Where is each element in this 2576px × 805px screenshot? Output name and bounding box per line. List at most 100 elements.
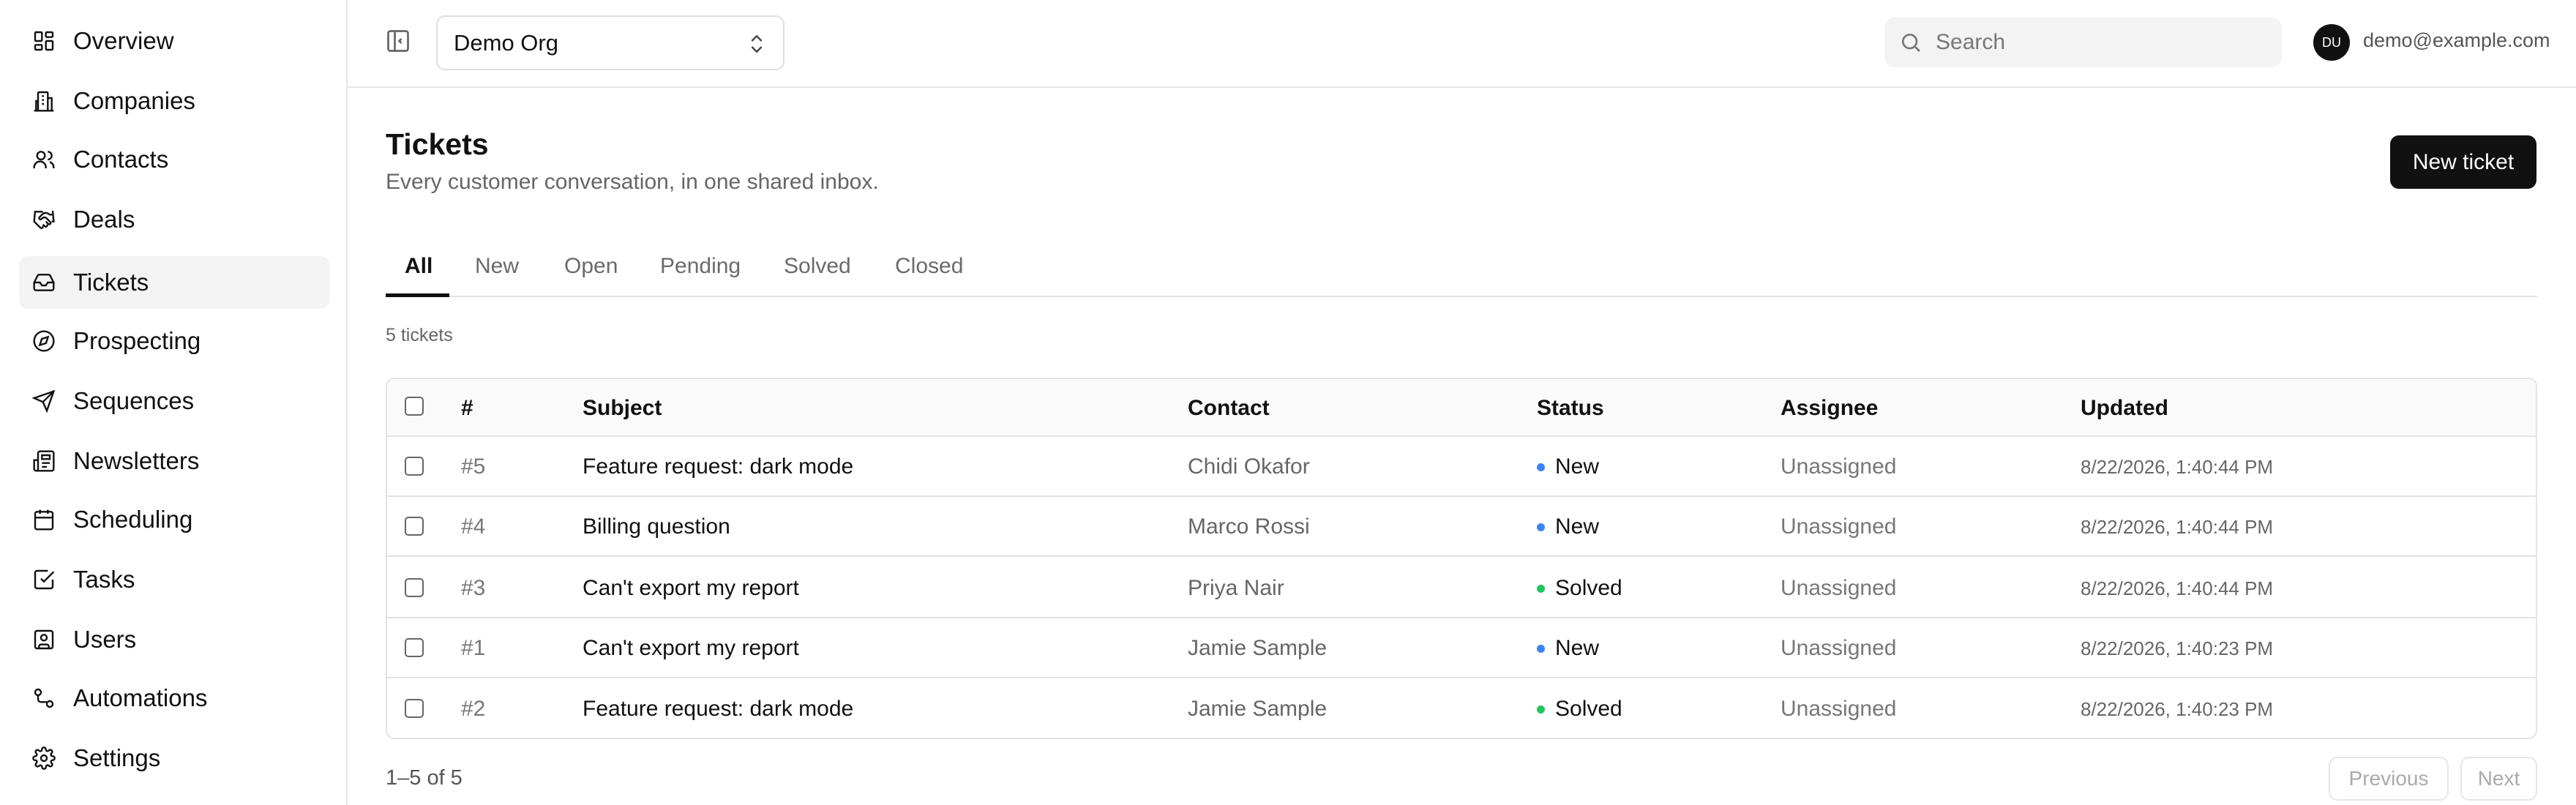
sidebar-item-settings[interactable]: Settings [19, 732, 329, 785]
select-all-checkbox[interactable] [405, 397, 424, 416]
table-row[interactable]: #1 Can't export my report Jamie Sample N… [387, 618, 2536, 678]
ticket-contact[interactable]: Jamie Sample [1188, 618, 1327, 678]
search-input[interactable] [1936, 26, 2265, 59]
topbar: Demo Org DU demo@example.com [348, 0, 2576, 88]
ticket-updated: 8/22/2026, 1:40:44 PM [2081, 577, 2274, 599]
column-header-status[interactable]: Status [1537, 379, 1604, 437]
ticket-subject[interactable]: Can't export my report [583, 618, 799, 678]
ticket-number: #3 [461, 576, 486, 600]
sidebar-item-label: Users [73, 626, 137, 653]
org-name: Demo Org [454, 29, 558, 56]
ticket-assignee: Unassigned [1781, 576, 1897, 600]
ticket-subject[interactable]: Can't export my report [583, 558, 799, 618]
search-icon [1899, 31, 1922, 54]
sidebar-item-users[interactable]: Users [19, 613, 329, 666]
ticket-status: Solved [1537, 558, 1622, 618]
handshake-icon [32, 208, 56, 231]
page-title: Tickets [386, 127, 489, 161]
table-row[interactable]: #3 Can't export my report Priya Nair Sol… [387, 558, 2536, 618]
tab-solved[interactable]: Solved [784, 237, 851, 296]
user-email[interactable]: demo@example.com [2363, 29, 2550, 52]
status-label: New [1555, 454, 1600, 479]
ticket-number: #2 [461, 697, 486, 721]
sidebar-toggle-button[interactable] [385, 28, 411, 54]
tickets-table: # Subject Contact Status Assignee Update… [386, 378, 2537, 739]
tab-new[interactable]: New [475, 237, 519, 296]
status-tabs: All New Open Pending Solved Closed [386, 237, 2537, 297]
send-icon [32, 389, 56, 413]
row-checkbox[interactable] [405, 699, 424, 718]
table-header: # Subject Contact Status Assignee Update… [387, 379, 2536, 437]
ticket-assignee: Unassigned [1781, 636, 1897, 660]
column-header-subject[interactable]: Subject [583, 379, 662, 437]
column-header-number[interactable]: # [461, 379, 473, 437]
sidebar-item-scheduling[interactable]: Scheduling [19, 493, 329, 546]
row-checkbox[interactable] [405, 517, 424, 536]
row-checkbox[interactable] [405, 457, 424, 476]
ticket-assignee: Unassigned [1781, 514, 1897, 539]
ticket-updated: 8/22/2026, 1:40:44 PM [2081, 455, 2274, 478]
previous-page-button[interactable]: Previous [2329, 757, 2449, 801]
column-header-assignee[interactable]: Assignee [1781, 379, 1878, 437]
chevrons-up-down-icon [745, 31, 768, 56]
ticket-updated: 8/22/2026, 1:40:23 PM [2081, 697, 2274, 720]
tab-closed[interactable]: Closed [895, 237, 963, 296]
gear-icon [32, 746, 56, 770]
ticket-status: New [1537, 437, 1599, 497]
sidebar-item-label: Prospecting [73, 327, 201, 354]
sidebar-item-overview[interactable]: Overview [19, 15, 329, 67]
ticket-number: #1 [461, 636, 486, 660]
workflow-icon [32, 686, 56, 710]
tab-pending[interactable]: Pending [660, 237, 741, 296]
column-header-contact[interactable]: Contact [1188, 379, 1270, 437]
status-label: Solved [1555, 576, 1622, 600]
ticket-subject[interactable]: Feature request: dark mode [583, 679, 853, 738]
table-row[interactable]: #2 Feature request: dark mode Jamie Samp… [387, 679, 2536, 738]
column-header-updated[interactable]: Updated [2081, 379, 2168, 437]
ticket-status: Solved [1537, 679, 1622, 738]
compass-icon [32, 329, 56, 353]
ticket-status: New [1537, 618, 1599, 678]
next-page-button[interactable]: Next [2460, 757, 2537, 801]
tab-open[interactable]: Open [564, 237, 618, 296]
sidebar-item-prospecting[interactable]: Prospecting [19, 315, 329, 367]
table-row[interactable]: #5 Feature request: dark mode Chidi Okaf… [387, 437, 2536, 497]
sidebar-item-companies[interactable]: Companies [19, 75, 329, 127]
sidebar-item-automations[interactable]: Automations [19, 672, 329, 724]
active-tab-indicator [386, 293, 449, 297]
sidebar-item-contacts[interactable]: Contacts [19, 133, 329, 186]
avatar[interactable]: DU [2313, 24, 2350, 61]
building-icon [32, 89, 56, 113]
calendar-icon [32, 508, 56, 531]
pagination-range: 1–5 of 5 [386, 766, 463, 790]
new-ticket-button[interactable]: New ticket [2390, 135, 2536, 189]
ticket-contact[interactable]: Marco Rossi [1188, 497, 1310, 557]
status-dot [1537, 523, 1545, 531]
sidebar: Overview Companies Contacts Deals Ticket… [0, 0, 348, 805]
sidebar-item-label: Contacts [73, 146, 169, 173]
row-checkbox[interactable] [405, 638, 424, 657]
org-switcher[interactable]: Demo Org [436, 15, 785, 70]
sidebar-item-tickets[interactable]: Tickets [19, 256, 329, 309]
sidebar-item-newsletters[interactable]: Newsletters [19, 435, 329, 487]
ticket-subject[interactable]: Billing question [583, 497, 730, 557]
sidebar-item-sequences[interactable]: Sequences [19, 375, 329, 427]
panel-left-icon [385, 28, 411, 54]
tab-all[interactable]: All [405, 237, 433, 296]
ticket-updated: 8/22/2026, 1:40:44 PM [2081, 515, 2274, 538]
table-row[interactable]: #4 Billing question Marco Rossi New Unas… [387, 497, 2536, 557]
sidebar-item-label: Tasks [73, 566, 135, 593]
ticket-contact[interactable]: Priya Nair [1188, 558, 1284, 618]
ticket-assignee: Unassigned [1781, 454, 1897, 479]
sidebar-item-deals[interactable]: Deals [19, 193, 329, 246]
ticket-contact[interactable]: Jamie Sample [1188, 679, 1327, 738]
row-checkbox[interactable] [405, 578, 424, 597]
ticket-contact[interactable]: Chidi Okafor [1188, 437, 1310, 497]
ticket-assignee: Unassigned [1781, 697, 1897, 721]
app-root: Overview Companies Contacts Deals Ticket… [0, 0, 2576, 805]
status-label: Solved [1555, 697, 1622, 721]
users-icon [32, 148, 56, 171]
sidebar-item-tasks[interactable]: Tasks [19, 553, 329, 606]
ticket-status: New [1537, 497, 1599, 557]
ticket-subject[interactable]: Feature request: dark mode [583, 437, 853, 497]
